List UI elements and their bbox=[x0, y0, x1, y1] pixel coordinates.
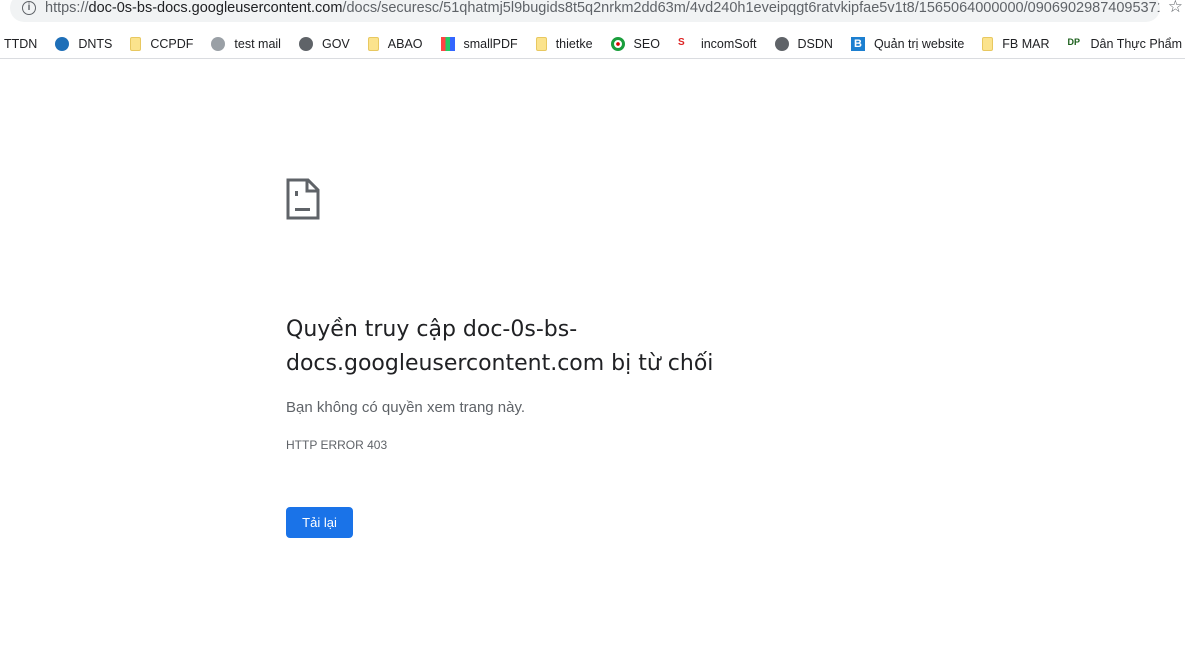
bookmark-item[interactable]: SEO bbox=[610, 36, 660, 51]
bookmark-item[interactable]: GOV bbox=[298, 36, 350, 51]
folder-icon bbox=[982, 36, 994, 51]
url-scheme: https:// bbox=[45, 0, 89, 16]
bookmark-label: smallPDF bbox=[463, 36, 518, 51]
bookmarks-bar: TTDN DNTS CCPDF test mail GOV ABAO smallPDF thi… bbox=[0, 29, 1185, 59]
bookmark-item[interactable]: DSDN bbox=[774, 36, 833, 51]
reload-button[interactable]: Tải lại bbox=[286, 507, 353, 538]
bookmark-label: SEO bbox=[633, 36, 660, 51]
target-icon bbox=[610, 36, 625, 51]
b-icon: B bbox=[850, 36, 865, 51]
bookmark-item[interactable]: DNTS bbox=[55, 36, 113, 51]
bookmark-label: incomSoft bbox=[700, 36, 757, 51]
incomsoft-icon: S bbox=[677, 36, 692, 51]
elephant-icon bbox=[211, 36, 226, 51]
globe-icon bbox=[298, 36, 313, 51]
address-bar[interactable]: i https://doc-0s-bs-docs.googleuserconte… bbox=[10, 0, 1160, 22]
folder-icon bbox=[367, 36, 379, 51]
bookmark-label: FB MAR bbox=[1002, 36, 1050, 51]
bookmark-item[interactable]: TTDN bbox=[4, 37, 37, 51]
bookmark-label: Quản trị website bbox=[873, 36, 965, 51]
error-description: Bạn không có quyền xem trang này. bbox=[286, 399, 526, 416]
bookmark-item[interactable]: DP Dân Thực Phẩm bbox=[1068, 37, 1183, 51]
bookmark-item[interactable]: SincomSoft bbox=[677, 36, 757, 51]
url-host: doc-0s-bs-docs.googleusercontent.com bbox=[88, 0, 343, 16]
bookmark-label: CCPDF bbox=[150, 36, 194, 51]
bookmark-label: GOV bbox=[321, 36, 350, 51]
bookmark-label: TTDN bbox=[4, 36, 38, 51]
folder-icon bbox=[535, 36, 547, 51]
bookmark-label: DSDN bbox=[797, 36, 833, 51]
info-icon[interactable]: i bbox=[22, 1, 36, 15]
bookmark-item[interactable]: ABAO bbox=[367, 36, 423, 51]
dtp-icon: DP bbox=[1067, 36, 1081, 47]
bookmark-star-icon[interactable]: ☆ bbox=[1168, 0, 1183, 17]
globe-logo-icon bbox=[55, 36, 70, 51]
error-title: Quyền truy cập doc-0s-bs-docs.googleuser… bbox=[286, 317, 714, 376]
bookmark-item[interactable]: CCPDF bbox=[130, 36, 194, 51]
bookmark-item[interactable]: FB MAR bbox=[982, 36, 1050, 51]
bookmark-label: DNTS bbox=[78, 36, 113, 51]
folder-icon bbox=[130, 36, 142, 51]
bookmark-label: ABAO bbox=[387, 36, 423, 51]
bookmark-item[interactable]: smallPDF bbox=[440, 36, 518, 51]
bookmark-item[interactable]: B Quản trị website bbox=[850, 36, 965, 51]
globe-icon bbox=[774, 36, 789, 51]
error-page: Quyền truy cập doc-0s-bs-docs.googleuser… bbox=[286, 178, 746, 538]
bookmark-label: Dân Thực Phẩm bbox=[1090, 36, 1183, 51]
bookmark-label: test mail bbox=[234, 36, 281, 51]
bookmark-label: thietke bbox=[555, 36, 593, 51]
sad-page-icon bbox=[286, 178, 320, 220]
smallpdf-icon bbox=[440, 36, 455, 51]
bookmark-item[interactable]: thietke bbox=[535, 36, 593, 51]
error-code: HTTP ERROR 403 bbox=[286, 438, 388, 452]
bookmark-item[interactable]: test mail bbox=[211, 36, 281, 51]
url-path: /docs/securesc/51qhatmj5l9bugids8t5q2nrk… bbox=[342, 0, 1160, 16]
